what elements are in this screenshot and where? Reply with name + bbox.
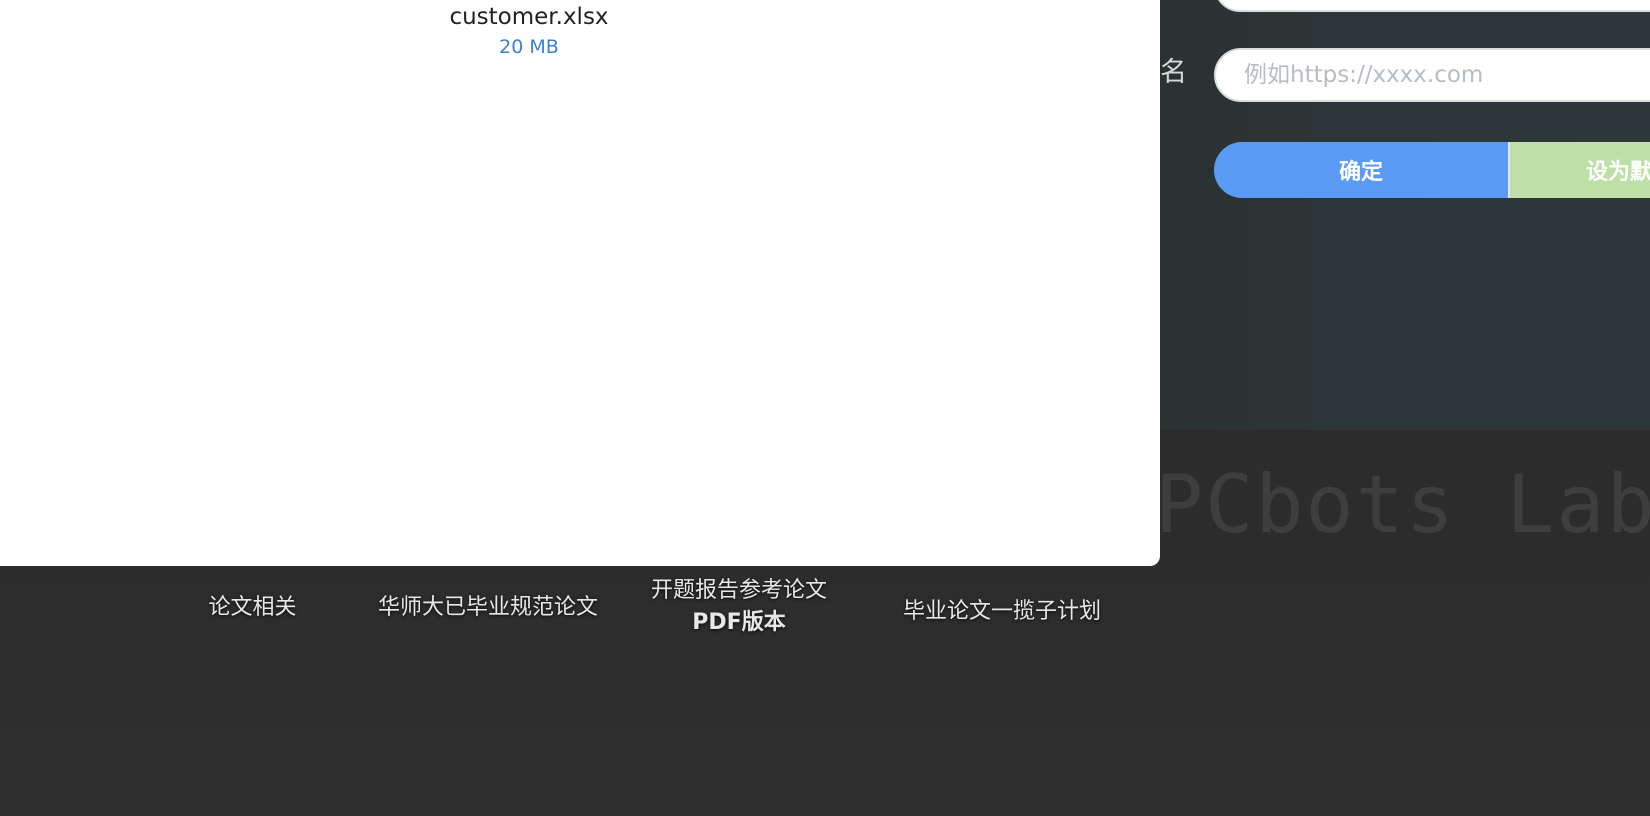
footer-link-graduation-plan[interactable]: 毕业论文一揽子计划 <box>880 596 1124 628</box>
url-input[interactable] <box>1214 48 1650 102</box>
footer-link-proposal-line1: 开题报告参考论文 <box>650 578 827 603</box>
url-field-label: 名 <box>1160 57 1187 88</box>
top-input-field[interactable] <box>1214 0 1650 12</box>
page: 名 确定 设为默 PCbots Lab's customer.xlsx 20 M… <box>0 0 1650 816</box>
footer-link-thesis[interactable]: 论文相关 <box>180 592 325 624</box>
file-name[interactable]: customer.xlsx <box>0 4 1058 30</box>
confirm-button[interactable]: 确定 <box>1214 142 1508 198</box>
file-preview-card: customer.xlsx 20 MB <box>0 0 1160 566</box>
footer-link-proposal-reference[interactable]: 开题报告参考论文 PDF版本 <box>632 575 846 639</box>
footer-link-graduated-theses[interactable]: 华师大已毕业规范论文 <box>375 592 601 624</box>
brand-watermark: PCbots Lab's <box>1155 458 1650 551</box>
action-button-row: 确定 设为默 <box>1214 142 1650 198</box>
footer-link-proposal-line2: PDF版本 <box>692 610 786 635</box>
set-default-button[interactable]: 设为默 <box>1508 142 1650 198</box>
file-size: 20 MB <box>499 36 559 58</box>
